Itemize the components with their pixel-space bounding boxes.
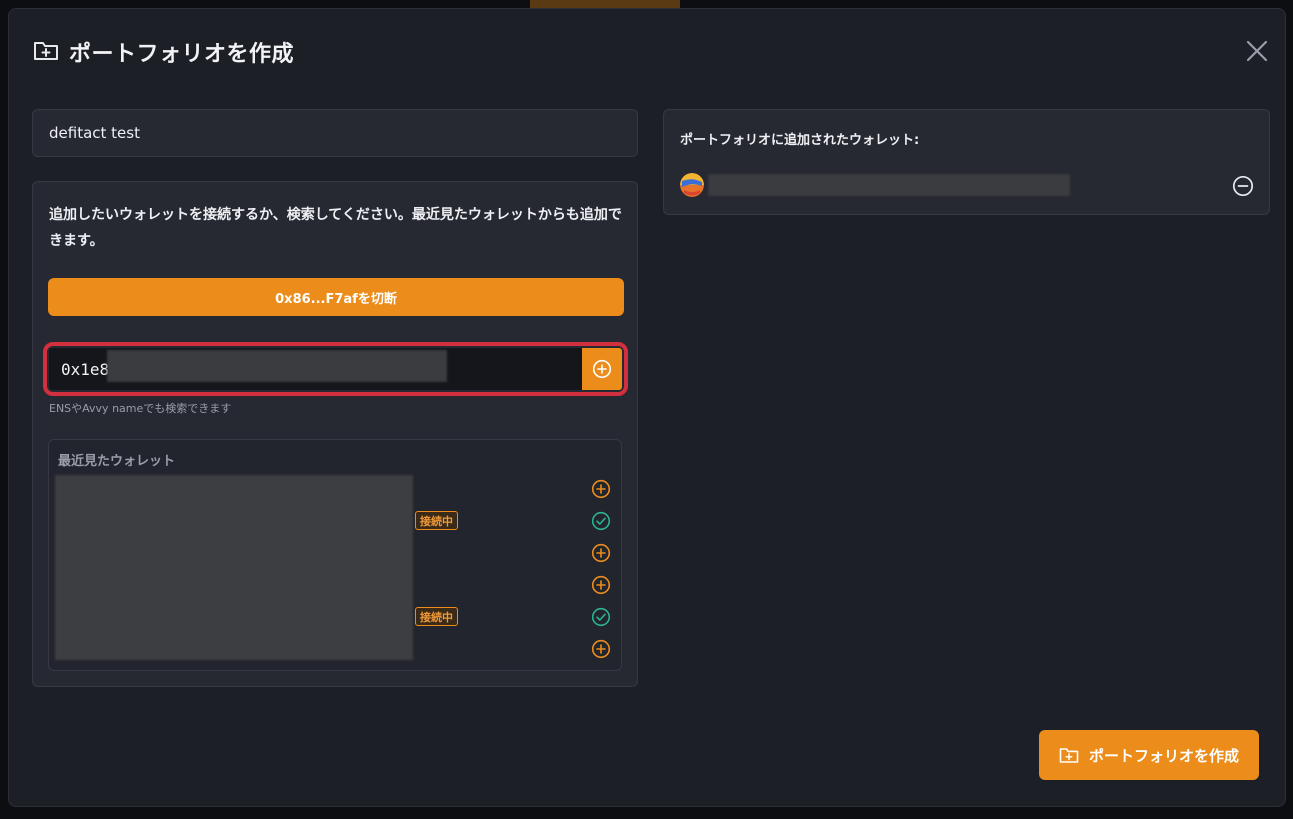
add-address-button[interactable] [582,348,622,390]
recent-wallet-row: 接続中 [49,601,623,633]
check-circle-icon [591,607,611,627]
plus-circle-icon [591,639,611,659]
added-wallets-card: ポートフォリオに追加されたウォレット: [663,109,1270,215]
add-wallet-button[interactable] [590,478,612,500]
folder-plus-icon [1059,748,1079,763]
plus-circle-icon [591,479,611,499]
wallet-added-indicator[interactable] [590,510,612,532]
instructions-text: 追加したいウォレットを接続するか、検索してください。最近見たウォレットからも追加… [49,207,622,249]
connected-badge: 接続中 [415,607,458,626]
recent-wallet-row: 接続中 [49,505,623,537]
recent-wallet-row [49,569,623,601]
remove-wallet-button[interactable] [1231,174,1255,198]
portfolio-name-input[interactable] [32,109,638,157]
plus-circle-icon [592,359,612,379]
recent-wallet-row [49,537,623,569]
address-input-wrap [49,348,582,390]
modal-title: ポートフォリオを作成 [69,42,295,67]
create-portfolio-button[interactable]: ポートフォリオを作成 [1039,730,1259,780]
plus-circle-icon [591,575,611,595]
ens-hint-text: ENSやAvvy nameでも検索できます [49,402,232,415]
disconnect-wallet-button[interactable]: 0x86...F7afを切断 [48,278,624,316]
redacted-wallet-address [708,174,1070,196]
wallet-search-card: 追加したいウォレットを接続するか、検索してください。最近見たウォレットからも追加… [32,181,638,687]
address-search-row [49,348,622,390]
close-button[interactable] [1243,37,1271,65]
added-wallet-row [680,172,1255,198]
plus-circle-icon [591,543,611,563]
redacted-address [107,350,447,382]
wallet-avatar [680,173,704,197]
wallet-added-indicator[interactable] [590,606,612,628]
create-portfolio-modal: ポートフォリオを作成 追加したいウォレットを接続するか、検索してください。最近見… [8,8,1286,807]
add-wallet-button[interactable] [590,638,612,660]
close-icon [1246,40,1268,62]
connected-badge: 接続中 [415,511,458,530]
added-wallets-title: ポートフォリオに追加されたウォレット: [680,133,920,148]
recent-wallets-box: 最近見たウォレット 接続中 接続中 [48,439,622,671]
address-search-highlight [43,342,628,396]
add-wallet-button[interactable] [590,574,612,596]
recent-wallet-row [49,633,623,665]
modal-header: ポートフォリオを作成 [33,37,294,67]
folder-plus-icon [33,39,59,65]
recent-wallet-row [49,473,623,505]
create-portfolio-label: ポートフォリオを作成 [1088,746,1239,765]
minus-circle-icon [1232,175,1254,197]
recent-wallets-title: 最近見たウォレット [58,454,176,469]
backdrop [530,0,680,8]
check-circle-icon [591,511,611,531]
add-wallet-button[interactable] [590,542,612,564]
